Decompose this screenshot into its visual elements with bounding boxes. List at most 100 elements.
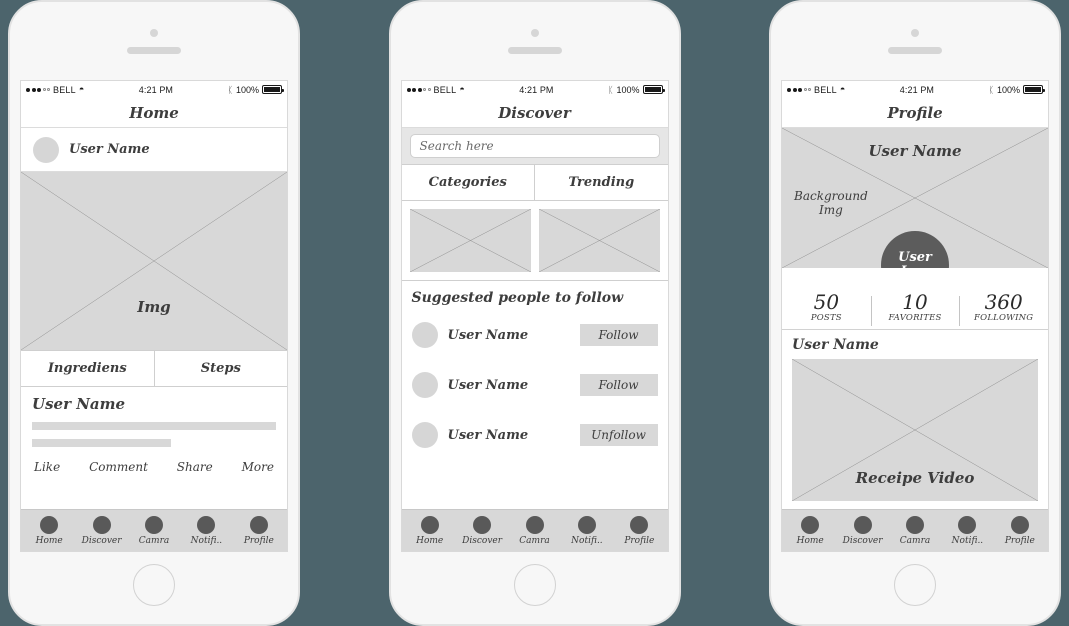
bluetooth-icon: ᛕ	[608, 84, 614, 95]
home-button[interactable]	[513, 564, 556, 606]
tab-bar-item-camera[interactable]: Camra	[128, 515, 180, 546]
tab-bar-label: Profile	[243, 535, 274, 546]
tab-steps[interactable]: Steps	[153, 351, 288, 386]
tab-bar-item-discover[interactable]: Discover	[456, 515, 508, 546]
front-camera-icon	[150, 29, 158, 37]
wireframe-stage: BELL ◓ 4:21 PM ᛕ 100% Home User Name Img…	[0, 0, 1069, 626]
background-image-label: Background Img	[794, 189, 868, 217]
tab-bar: Home Discover Camra Notifi.. Profile	[782, 509, 1048, 551]
thumbnail-placeholder[interactable]	[538, 209, 660, 272]
discover-icon	[473, 515, 492, 534]
avatar	[411, 372, 438, 398]
tab-bar-item-profile[interactable]: Profile	[233, 515, 285, 546]
home-icon	[40, 515, 59, 534]
carrier-label: BELL	[53, 84, 76, 95]
tab-bar: Home Discover Camra Notifi.. Profile	[401, 509, 668, 551]
person-icon	[630, 515, 649, 534]
tab-bar-label: Notifi..	[951, 535, 984, 546]
follow-button[interactable]: Follow	[579, 324, 658, 346]
phone-discover: BELL ◓ 4:21 PM ᛕ 100% Discover Search he…	[388, 0, 681, 626]
status-bar-right: ᛕ 100%	[988, 84, 1045, 95]
post-author-row[interactable]: User Name	[21, 128, 287, 172]
thumbnail-row	[401, 201, 668, 281]
stat-favorites[interactable]: 10 FAVORITES	[870, 290, 960, 326]
profile-background-image[interactable]: User Name Background Img User Img	[782, 128, 1048, 268]
home-icon	[420, 515, 439, 534]
tab-bar-item-home[interactable]: Home	[404, 515, 456, 546]
share-button[interactable]: Share	[177, 460, 213, 474]
earpiece-speaker-icon	[888, 47, 942, 54]
tab-bar-label: Camra	[519, 535, 550, 546]
battery-percent-label: 100%	[235, 84, 259, 95]
search-input[interactable]: Search here	[409, 134, 660, 158]
phone-top-bezel	[771, 2, 1059, 80]
tab-bar-label: Home	[35, 535, 63, 546]
tab-bar-item-notifications[interactable]: Notifi..	[941, 515, 993, 546]
tab-bar-item-notifications[interactable]: Notifi..	[561, 515, 613, 546]
follow-button[interactable]: Follow	[579, 374, 658, 396]
status-bar: BELL ◓ 4:21 PM ᛕ 100%	[21, 81, 287, 98]
stat-label: POSTS	[810, 313, 842, 323]
avatar	[33, 136, 59, 163]
tab-bar-item-camera[interactable]: Camra	[508, 515, 560, 546]
stat-posts[interactable]: 50 POSTS	[782, 290, 871, 324]
bell-icon	[197, 515, 216, 534]
search-bar-container: Search here	[401, 128, 668, 164]
tab-bar-item-profile[interactable]: Profile	[994, 515, 1046, 546]
bell-icon	[577, 515, 596, 534]
tab-bar-item-home[interactable]: Home	[23, 515, 75, 546]
phone-bottom-bezel	[10, 552, 298, 626]
clock-label: 4:21 PM	[138, 84, 174, 95]
tab-categories[interactable]: Categories	[402, 165, 535, 200]
tab-bar-item-profile[interactable]: Profile	[613, 515, 665, 546]
tab-trending[interactable]: Trending	[534, 165, 668, 200]
comment-button[interactable]: Comment	[89, 460, 148, 474]
tab-bar-item-notifications[interactable]: Notifi..	[180, 515, 232, 546]
list-item[interactable]: User Name Follow	[411, 310, 658, 360]
status-bar-right: ᛕ 100%	[228, 84, 284, 95]
stat-following[interactable]: 360 FOLLOWING	[959, 290, 1048, 326]
status-bar: BELL ◓ 4:21 PM ᛕ 100%	[401, 81, 668, 98]
stat-value: 10	[902, 290, 928, 314]
stat-value: 50	[813, 290, 840, 314]
text-placeholder-line	[32, 439, 172, 447]
placeholder-cross-icon	[539, 209, 660, 272]
battery-percent-label: 100%	[996, 84, 1020, 95]
unfollow-button[interactable]: Unfollow	[579, 424, 658, 446]
avatar	[411, 422, 438, 448]
recipe-video-label: Receipe Video	[855, 469, 975, 487]
tab-bar-label: Discover	[462, 535, 503, 546]
camera-icon	[525, 515, 544, 534]
bluetooth-icon: ᛕ	[988, 84, 994, 95]
suggested-people-list: User Name Follow User Name Follow User N…	[401, 310, 668, 509]
home-button[interactable]	[894, 564, 936, 606]
profile-user-name: User Name	[868, 142, 962, 160]
stat-label: FAVORITES	[888, 313, 942, 323]
avatar	[411, 322, 438, 348]
status-bar-left: BELL ◓	[787, 85, 845, 95]
home-button[interactable]	[133, 564, 175, 606]
tab-ingredients[interactable]: Ingrediens	[21, 351, 154, 386]
camera-icon	[906, 515, 925, 534]
list-item[interactable]: User Name Follow	[411, 360, 658, 410]
like-button[interactable]: Like	[34, 460, 60, 474]
tab-bar-item-camera[interactable]: Camra	[889, 515, 941, 546]
battery-full-icon	[1023, 85, 1045, 94]
more-button[interactable]: More	[242, 460, 274, 474]
feed-image-placeholder[interactable]: Img	[21, 172, 287, 350]
profile-post: User Name Receipe Video	[782, 330, 1048, 509]
earpiece-speaker-icon	[507, 47, 562, 54]
profile-stats-row: 50 POSTS 10 FAVORITES 360 FOLLOWING	[782, 268, 1048, 330]
tab-bar-item-home[interactable]: Home	[784, 515, 836, 546]
page-title: Discover	[401, 98, 668, 128]
list-item[interactable]: User Name Unfollow	[411, 410, 658, 460]
stat-value: 360	[984, 290, 1023, 314]
tab-bar-label: Profile	[624, 535, 655, 546]
post-actions: Like Comment Share More	[32, 458, 276, 474]
thumbnail-placeholder[interactable]	[409, 209, 531, 272]
tab-bar: Home Discover Camra Notifi.. Profile	[21, 509, 287, 551]
tab-bar-label: Camra	[138, 535, 170, 546]
tab-bar-item-discover[interactable]: Discover	[75, 515, 127, 546]
recipe-video-placeholder[interactable]: Receipe Video	[792, 359, 1038, 501]
tab-bar-item-discover[interactable]: Discover	[836, 515, 888, 546]
